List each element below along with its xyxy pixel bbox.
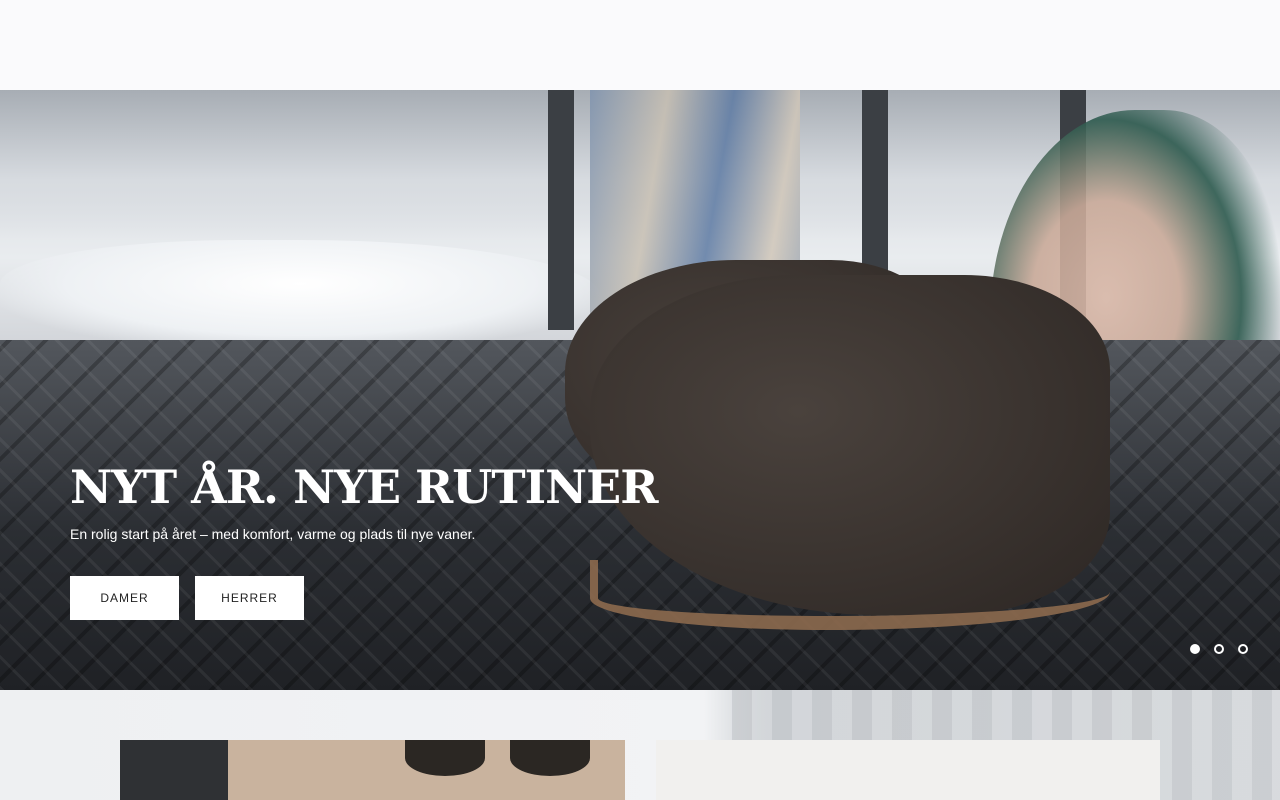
damer-button[interactable]: DAMER bbox=[70, 576, 179, 620]
hero-background-snow bbox=[0, 240, 600, 350]
category-section bbox=[0, 690, 1280, 800]
lamp-image bbox=[510, 740, 590, 776]
herrer-button[interactable]: HERRER bbox=[195, 576, 304, 620]
category-card[interactable] bbox=[656, 740, 1160, 800]
carousel-dot-2[interactable] bbox=[1214, 644, 1224, 654]
hero-banner: NYT ÅR. NYE RUTINER En rolig start på år… bbox=[0, 90, 1280, 690]
hero-subtitle: En rolig start på året – med komfort, va… bbox=[70, 526, 476, 542]
hero-background-pole bbox=[548, 90, 574, 330]
carousel-dot-1[interactable] bbox=[1190, 644, 1200, 654]
lamp-image bbox=[405, 740, 485, 776]
site-header bbox=[0, 0, 1280, 90]
category-card-image[interactable] bbox=[120, 740, 625, 800]
carousel-dot-3[interactable] bbox=[1238, 644, 1248, 654]
hero-title: NYT ÅR. NYE RUTINER bbox=[70, 460, 658, 514]
carousel-pagination bbox=[1190, 644, 1248, 654]
